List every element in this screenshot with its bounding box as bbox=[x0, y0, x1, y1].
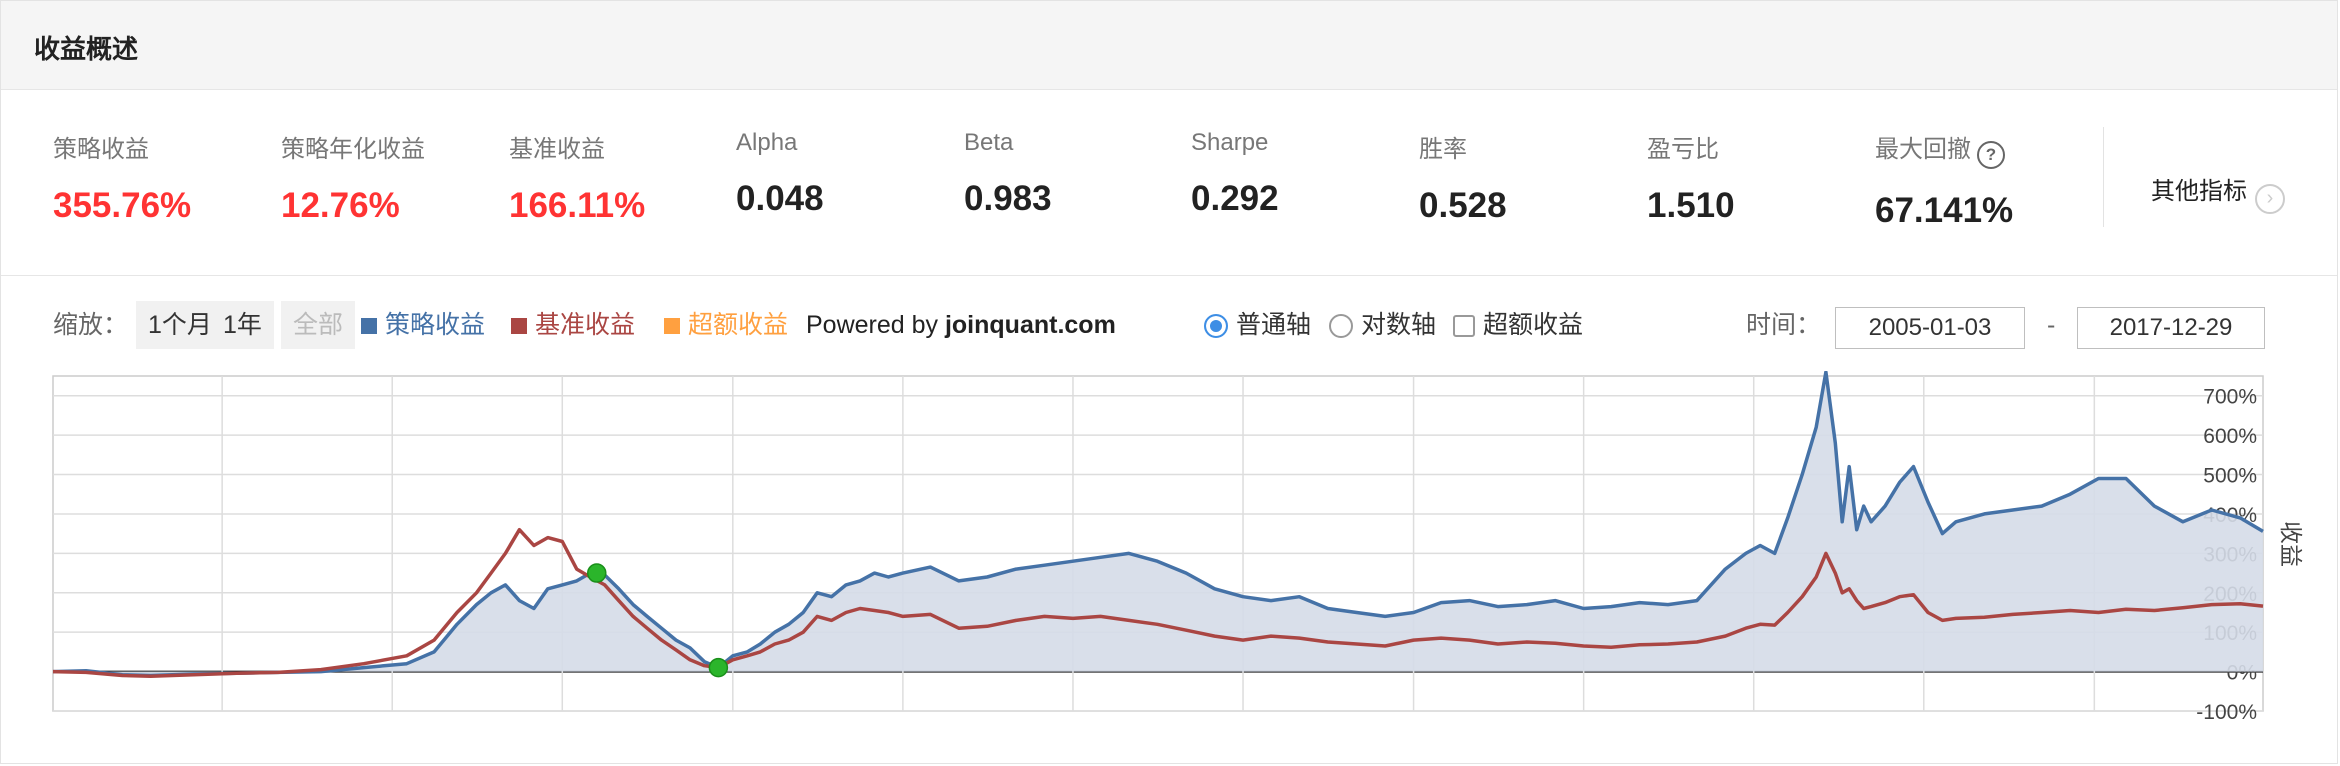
metric-label: 盈亏比 bbox=[1647, 136, 1719, 163]
legend-swatch bbox=[361, 318, 377, 334]
legend-item-benchmark[interactable]: 基准收益 bbox=[511, 301, 635, 349]
metric-value: 1.510 bbox=[1647, 186, 1735, 225]
drawdown-marker bbox=[587, 563, 607, 583]
metric-label: 基准收益 bbox=[509, 136, 605, 163]
chart-toolbar: 缩放： 1个月 1年 全部 策略收益 基准收益 超额收益 Powered by … bbox=[1, 301, 2337, 355]
metric-profit-loss-ratio: 盈亏比 1.510 bbox=[1647, 129, 1735, 226]
metric-strategy-return: 策略收益 355.76% bbox=[53, 129, 191, 226]
metric-value: 0.292 bbox=[1191, 179, 1279, 218]
normal-axis-option[interactable]: 普通轴 bbox=[1204, 301, 1311, 349]
panel-title: 收益概述 bbox=[34, 34, 139, 64]
legend-item-excess[interactable]: 超额收益 bbox=[664, 301, 788, 349]
y-axis-title: 收益 bbox=[2278, 521, 2304, 567]
time-label: 时间： bbox=[1746, 311, 1822, 339]
option-label: 超额收益 bbox=[1483, 311, 1584, 339]
metric-value: 355.76% bbox=[53, 186, 192, 225]
powered-prefix: Powered by bbox=[806, 311, 945, 339]
radio-checked-icon[interactable] bbox=[1204, 314, 1228, 338]
zoom-all-button[interactable]: 全部 bbox=[281, 301, 356, 349]
radio-unchecked-icon[interactable] bbox=[1329, 314, 1353, 338]
metric-label: Alpha bbox=[736, 129, 798, 156]
metric-label: Beta bbox=[964, 129, 1014, 156]
returns-overview-panel: 收益概述 策略收益 355.76% 策略年化收益 12.76% 基准收益 166… bbox=[0, 0, 2338, 764]
metrics-divider bbox=[2103, 127, 2104, 227]
metrics-row: 策略收益 355.76% 策略年化收益 12.76% 基准收益 166.11% … bbox=[1, 89, 2337, 276]
legend-item-strategy[interactable]: 策略收益 bbox=[361, 301, 485, 349]
metric-annualized-return: 策略年化收益 12.76% bbox=[281, 129, 425, 226]
powered-by-credit: Powered by joinquant.com bbox=[806, 301, 1116, 349]
y-tick-label: 700% bbox=[2203, 386, 2257, 409]
option-label: 对数轴 bbox=[1361, 311, 1437, 339]
y-tick-label: -100% bbox=[2196, 701, 2257, 724]
zoom-1-year-button[interactable]: 1年 bbox=[211, 301, 274, 349]
panel-header: 收益概述 bbox=[1, 1, 2337, 90]
metric-value: 67.141% bbox=[1875, 191, 2014, 230]
metric-sharpe: Sharpe 0.292 bbox=[1191, 129, 1279, 219]
other-indicators-label: 其他指标 bbox=[2151, 178, 2247, 205]
metric-label: Sharpe bbox=[1191, 129, 1269, 156]
other-indicators-link[interactable]: 其他指标 › bbox=[2151, 171, 2285, 214]
start-date-input[interactable] bbox=[1835, 307, 2025, 349]
legend-swatch bbox=[664, 318, 680, 334]
date-separator: - bbox=[2047, 311, 2056, 339]
metric-beta: Beta 0.983 bbox=[964, 129, 1052, 219]
metric-benchmark-return: 基准收益 166.11% bbox=[509, 129, 645, 226]
y-tick-label: 500% bbox=[2203, 465, 2257, 488]
metric-value: 0.983 bbox=[964, 179, 1052, 218]
metric-label: 最大回撤 bbox=[1875, 136, 1971, 163]
chevron-right-icon: › bbox=[2255, 184, 2285, 214]
y-tick-label: 600% bbox=[2203, 425, 2257, 448]
metric-max-drawdown: 最大回撤? 67.141% bbox=[1875, 129, 2013, 231]
zoom-label: 缩放： bbox=[53, 311, 129, 339]
metric-alpha: Alpha 0.048 bbox=[736, 129, 824, 219]
metric-value: 0.528 bbox=[1419, 186, 1507, 225]
checkbox-unchecked-icon[interactable] bbox=[1453, 315, 1475, 337]
metric-label-wrap: 最大回撤? bbox=[1875, 129, 2013, 169]
metric-value: 0.048 bbox=[736, 179, 824, 218]
metric-value: 166.11% bbox=[509, 186, 646, 225]
option-label: 普通轴 bbox=[1236, 311, 1312, 339]
powered-site: joinquant.com bbox=[944, 311, 1116, 339]
metric-label: 策略年化收益 bbox=[281, 136, 425, 163]
metric-label: 策略收益 bbox=[53, 136, 149, 163]
legend-label: 策略收益 bbox=[385, 311, 486, 339]
metric-label: 胜率 bbox=[1419, 136, 1467, 163]
metric-win-rate: 胜率 0.528 bbox=[1419, 129, 1507, 226]
question-mark-icon[interactable]: ? bbox=[1977, 141, 2005, 169]
end-date-input[interactable] bbox=[2077, 307, 2265, 349]
legend-swatch bbox=[511, 318, 527, 334]
log-axis-option[interactable]: 对数轴 bbox=[1329, 301, 1436, 349]
legend-label: 基准收益 bbox=[535, 311, 636, 339]
drawdown-marker bbox=[708, 657, 729, 678]
metric-value: 12.76% bbox=[281, 186, 400, 225]
excess-return-option[interactable]: 超额收益 bbox=[1453, 301, 1583, 349]
legend-label: 超额收益 bbox=[688, 311, 789, 339]
returns-chart: 700%600%500%400%300%200%100%0%-100%收益 bbox=[52, 371, 2304, 724]
